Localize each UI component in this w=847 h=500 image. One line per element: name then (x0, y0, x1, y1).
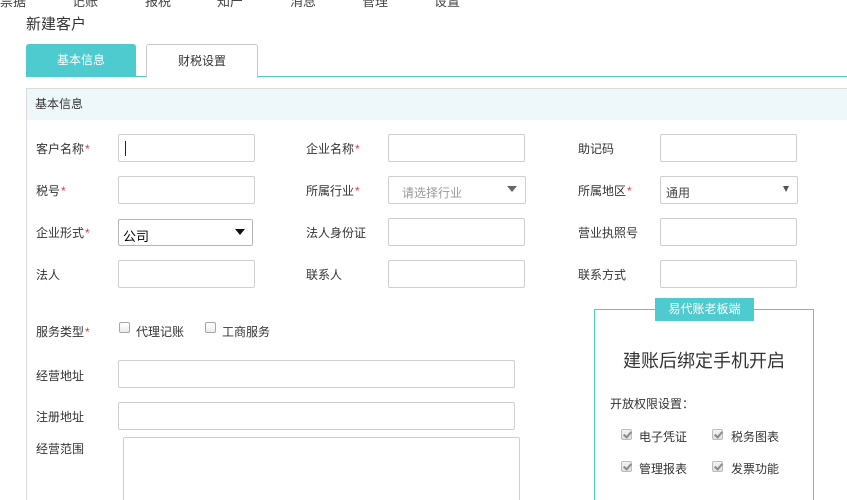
contact-input[interactable] (388, 260, 525, 288)
permission-settings-label: 开放权限设置： (610, 397, 695, 411)
company-form-value: 公司 (123, 229, 150, 244)
customer-name-input[interactable] (118, 134, 255, 162)
mnemonic-label: 助记码 (578, 142, 615, 156)
perm-tax-chart-label: 税务图表 (731, 430, 780, 444)
company-form-select[interactable]: 公司 (118, 219, 253, 246)
region-label: 所属地区* (578, 184, 632, 198)
perm-mgmt-report-checkbox[interactable] (621, 461, 632, 472)
registered-address-label: 注册地址 (36, 410, 85, 424)
contact-label: 联系人 (306, 268, 343, 282)
service-type-label: 服务类型* (36, 325, 90, 339)
tax-no-label: 税号* (36, 184, 66, 198)
tab-tax-settings[interactable]: 财税设置 (146, 44, 258, 78)
dialog-title: 新建客户 (26, 16, 87, 33)
bookkeeping-checkbox[interactable] (119, 322, 130, 333)
business-address-input[interactable] (118, 360, 515, 388)
business-scope-label: 经营范围 (36, 442, 85, 456)
nav-item-manage[interactable]: 管理 (362, 0, 388, 10)
perm-tax-chart-checkbox[interactable] (712, 429, 723, 440)
bookkeeping-option-label: 代理记账 (136, 325, 185, 339)
tab-basic-info[interactable]: 基本信息 (26, 44, 136, 77)
company-name-input[interactable] (388, 134, 525, 162)
contact-info-input[interactable] (660, 260, 797, 288)
registered-address-input[interactable] (118, 402, 515, 430)
mnemonic-input[interactable] (660, 134, 797, 162)
contact-info-label: 联系方式 (578, 268, 627, 282)
nav-item-ip[interactable]: 知产 (217, 0, 243, 10)
business-scope-textarea[interactable] (123, 437, 520, 500)
industry-label: 所属行业* (306, 184, 360, 198)
chevron-down-icon (507, 186, 517, 192)
customer-name-label: 客户名称* (36, 142, 90, 156)
perm-e-voucher-label: 电子凭证 (639, 430, 688, 444)
nav-item-tax-filing[interactable]: 报税 (145, 0, 171, 10)
legal-person-input[interactable] (118, 260, 255, 288)
company-name-label: 企业名称* (306, 142, 360, 156)
boss-app-badge: 易代账老板端 (655, 298, 754, 321)
tax-no-input[interactable] (118, 176, 255, 204)
chevron-down-icon (235, 229, 245, 235)
nav-item-bookkeeping[interactable]: 记账 (72, 0, 98, 10)
legal-person-label: 法人 (36, 268, 61, 282)
bind-phone-title: 建账后绑定手机开启 (623, 351, 785, 371)
legal-id-input[interactable] (388, 218, 525, 246)
perm-invoice-checkbox[interactable] (712, 461, 723, 472)
nav-item-messages[interactable]: 消息 (290, 0, 316, 10)
industry-select[interactable]: 请选择行业 (388, 176, 526, 204)
business-service-checkbox[interactable] (205, 322, 216, 333)
region-value: 通用 (666, 186, 691, 200)
business-address-label: 经营地址 (36, 369, 85, 383)
text-caret (125, 141, 126, 156)
region-select[interactable]: 通用 (660, 176, 798, 204)
nav-item-bills[interactable]: 票据 (0, 0, 26, 10)
business-service-option-label: 工商服务 (222, 325, 271, 339)
section-header: 基本信息 (27, 89, 847, 120)
top-nav: 票据 记账 报税 知产 消息 管理 设置 (0, 0, 847, 9)
perm-mgmt-report-label: 管理报表 (639, 462, 688, 476)
perm-invoice-label: 发票功能 (731, 462, 780, 476)
legal-id-label: 法人身份证 (306, 226, 367, 240)
tab-bar: 基本信息 财税设置 (26, 44, 847, 78)
license-no-label: 营业执照号 (578, 226, 639, 240)
chevron-down-icon (783, 186, 789, 192)
industry-placeholder: 请选择行业 (402, 186, 463, 200)
license-no-input[interactable] (660, 218, 797, 246)
nav-item-settings[interactable]: 设置 (434, 0, 460, 10)
company-form-label: 企业形式* (36, 226, 90, 240)
perm-e-voucher-checkbox[interactable] (621, 429, 632, 440)
